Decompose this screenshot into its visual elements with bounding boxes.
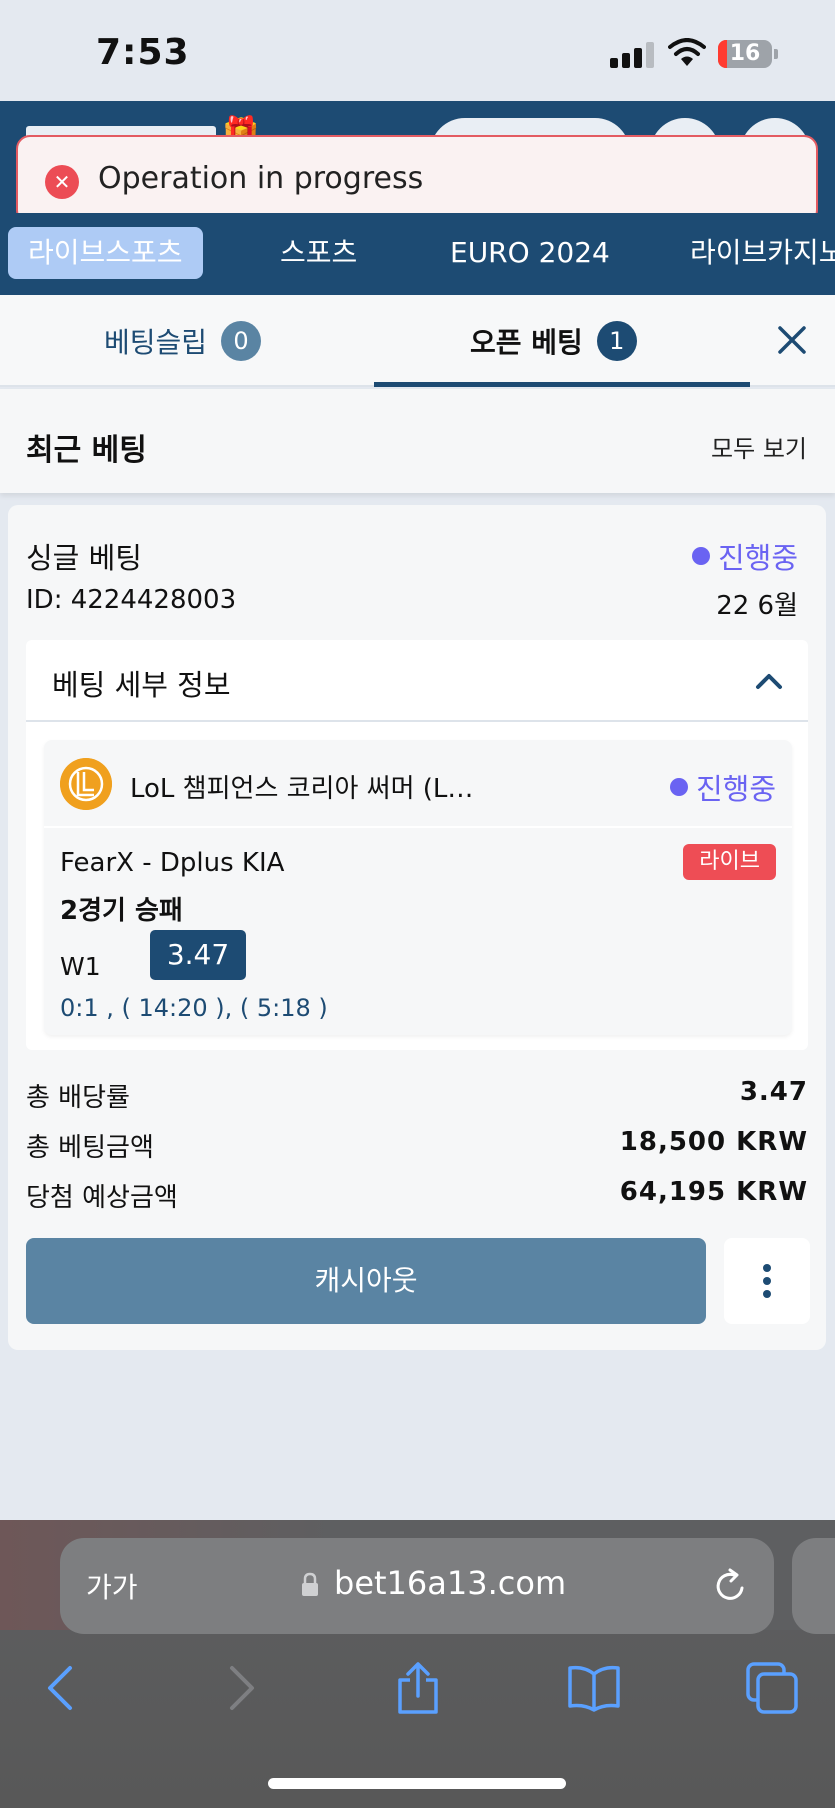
forward-icon[interactable] [212, 1660, 268, 1716]
browser-bottom-bar: 가가 bet16a13.com [0, 1520, 835, 1808]
bet-id: ID: 4224428003 [26, 585, 237, 615]
bet-event: LoL 챔피언스 코리아 써머 (L… 진행중 FearX - Dplus KI… [44, 740, 792, 1035]
total-stake-label: 총 베팅금액 [26, 1133, 154, 1163]
chevron-up-icon[interactable] [752, 664, 786, 698]
bet-details-toggle[interactable]: 베팅 세부 정보 [26, 640, 808, 722]
total-stake-row: 총 베팅금액 18,500 KRW [26, 1127, 808, 1167]
status-dot-icon [691, 547, 710, 565]
bet-status: 진행중 [691, 535, 798, 577]
status-time: 7:53 [96, 32, 190, 73]
recent-bets-title: 최근 베팅 [26, 433, 147, 468]
nav-item-sports[interactable]: 스포츠 [280, 227, 357, 279]
reader-text-size-button[interactable]: 가가 [86, 1566, 138, 1606]
tab-betslip-label: 베팅슬립 [104, 326, 208, 359]
bookmarks-icon[interactable] [566, 1660, 622, 1716]
nav-item-euro-2024[interactable]: EURO 2024 [450, 227, 610, 279]
bet-type: 싱글 베팅 [26, 541, 142, 575]
event-score: 0:1 , ( 14:20 ), ( 5:18 ) [60, 994, 328, 1022]
bet-details-panel: 베팅 세부 정보 LoL 챔피언스 코리아 써머 (L… 진행중 FearX -… [26, 640, 808, 1050]
more-options-button[interactable] [724, 1238, 810, 1324]
total-odds-label: 총 배당률 [26, 1083, 130, 1113]
reload-icon[interactable] [710, 1566, 750, 1606]
bet-odds: 3.47 [150, 930, 246, 980]
share-icon[interactable] [390, 1660, 446, 1716]
back-icon[interactable] [34, 1660, 90, 1716]
tab-betslip[interactable]: 베팅슬립 0 [104, 295, 262, 387]
nav-item-live-casino[interactable]: 라이브카지노 [690, 227, 835, 279]
main-nav: 라이브스포츠 스포츠 EURO 2024 라이브카지노 [0, 213, 835, 295]
potential-win-row: 당첨 예상금액 64,195 KRW [26, 1177, 808, 1217]
battery-level: 16 [729, 41, 761, 66]
operation-toast: ✕ Operation in progress [16, 135, 818, 224]
slip-tabs: 베팅슬립 0 오픈 베팅 1 [0, 295, 835, 387]
open-bets-count-badge: 1 [596, 321, 637, 361]
cellular-signal-icon [610, 42, 654, 68]
potential-win-label: 당첨 예상금액 [26, 1183, 178, 1213]
bet-details-title: 베팅 세부 정보 [52, 668, 231, 702]
home-indicator [268, 1778, 566, 1789]
url-text: bet16a13.com [334, 1564, 567, 1602]
tab-open-bets[interactable]: 오픈 베팅 1 [470, 295, 637, 387]
more-vertical-icon [763, 1264, 771, 1272]
tab-open-bets-label: 오픈 베팅 [470, 326, 583, 359]
total-odds-value: 3.47 [739, 1077, 808, 1107]
recent-bets-header: 최근 베팅 모두 보기 [0, 389, 835, 493]
address-bar[interactable]: 가가 bet16a13.com [60, 1538, 774, 1634]
total-odds-row: 총 배당률 3.47 [26, 1077, 808, 1117]
total-stake-value: 18,500 KRW [619, 1127, 808, 1157]
status-bar: 7:53 16 [0, 0, 835, 101]
tabs-icon[interactable] [744, 1660, 800, 1716]
potential-win-value: 64,195 KRW [619, 1177, 808, 1207]
bet-outcome: W1 [60, 952, 101, 981]
bet-date: 22 6월 [716, 591, 798, 621]
cashout-button[interactable]: 캐시아웃 [26, 1238, 706, 1324]
close-icon[interactable] [770, 318, 814, 362]
active-tab-indicator [374, 382, 750, 387]
view-all-link[interactable]: 모두 보기 [711, 429, 807, 464]
league-name: LoL 챔피언스 코리아 써머 (L… [130, 774, 474, 804]
event-teams: FearX - Dplus KIA [60, 848, 285, 878]
live-badge: 라이브 [683, 844, 776, 880]
event-header: LoL 챔피언스 코리아 써머 (L… 진행중 [44, 740, 792, 828]
nav-item-live-sports[interactable]: 라이브스포츠 [8, 227, 203, 279]
status-dot-icon [669, 778, 688, 796]
lock-icon [302, 1572, 318, 1596]
battery-icon: 16 [718, 40, 778, 68]
toast-message: Operation in progress [98, 161, 424, 196]
betslip-count-badge: 0 [221, 321, 262, 361]
next-tab-peek[interactable] [792, 1538, 835, 1634]
error-icon: ✕ [45, 165, 79, 199]
lol-league-icon [60, 758, 112, 810]
bet-market: 2경기 승패 [60, 896, 183, 926]
wifi-icon [668, 38, 706, 66]
bet-card: 싱글 베팅 진행중 ID: 4224428003 22 6월 베팅 세부 정보 … [8, 505, 826, 1350]
event-status: 진행중 [669, 766, 776, 808]
